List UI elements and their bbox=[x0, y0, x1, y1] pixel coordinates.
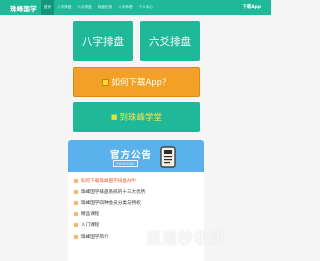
note-icon bbox=[73, 211, 79, 217]
nav-link-mingli[interactable]: 八字命理 bbox=[115, 0, 135, 15]
announcement-subtitle: ZHUFENG bbox=[113, 160, 138, 167]
note-icon bbox=[73, 200, 79, 206]
nav-link-bazi[interactable]: 八字排盘 bbox=[54, 0, 74, 15]
study-hall-label: 到珠峰学堂 bbox=[119, 113, 163, 123]
announcement-item-text: 珠峰国学简介 bbox=[81, 234, 109, 240]
download-app-link[interactable]: 下载App bbox=[243, 0, 261, 15]
announcement-item-text: 珠峰国学四种会员分类与特权 bbox=[81, 200, 141, 206]
announcement-item[interactable]: 珠峰国学四种会员分类与特权 bbox=[73, 197, 204, 208]
announcement-item-text: 入门课程 bbox=[81, 223, 100, 229]
brand-logo-text[interactable]: 珠峰国学 bbox=[10, 3, 37, 13]
note-icon bbox=[73, 189, 79, 195]
nav-link-records[interactable]: 排盘记录 bbox=[95, 0, 115, 15]
announcement-item-text: 如何下载珠峰国学排盘APP bbox=[81, 178, 136, 184]
how-to-download-label: 如何下载App？ bbox=[111, 78, 171, 88]
note-icon bbox=[73, 234, 79, 239]
announcement-title: 官方公告 bbox=[110, 150, 153, 161]
download-icon bbox=[102, 78, 110, 86]
nav-link-liuyao[interactable]: 六爻排盘 bbox=[74, 0, 94, 15]
announcement-item[interactable]: 珠峰国学简介 bbox=[73, 231, 204, 242]
announcement-item[interactable]: 珠峰国学排盘系统的十三大优势 bbox=[73, 186, 204, 197]
announcement-item[interactable]: 如何下载珠峰国学排盘APP bbox=[73, 175, 204, 186]
announcement-item[interactable]: 精品课程 bbox=[73, 209, 204, 220]
book-icon: ■ bbox=[110, 112, 118, 121]
bazi-paipan-tile[interactable]: 八字排盘 bbox=[73, 21, 133, 61]
note-icon bbox=[73, 222, 79, 228]
study-hall-button[interactable]: ■ 到珠峰学堂 bbox=[73, 102, 200, 132]
announcement-header: 官方公告 ZHUFENG bbox=[68, 140, 204, 172]
newspaper-icon bbox=[160, 146, 176, 168]
how-to-download-button[interactable]: 如何下载App？ bbox=[73, 67, 200, 97]
announcement-item-text: 珠峰国学排盘系统的十三大优势 bbox=[81, 189, 146, 195]
announcement-item[interactable]: 入门课程 bbox=[73, 220, 204, 231]
note-icon bbox=[73, 178, 79, 183]
announcement-card: 官方公告 ZHUFENG 如何下载珠峰国学排盘APP 珠峰国学排盘系统的十三大优… bbox=[68, 140, 204, 261]
top-navbar: 珠峰国学 首页 八字排盘 六爻排盘 排盘记录 八字命理 个人中心 下载App bbox=[0, 0, 271, 15]
nav-links: 首页 八字排盘 六爻排盘 排盘记录 八字命理 个人中心 bbox=[40, 0, 156, 15]
nav-link-profile[interactable]: 个人中心 bbox=[136, 0, 156, 15]
announcement-list: 如何下载珠峰国学排盘APP 珠峰国学排盘系统的十三大优势 珠峰国学四种会员分类与… bbox=[68, 172, 204, 242]
announcement-item-text: 精品课程 bbox=[81, 212, 100, 218]
nav-link-home[interactable]: 首页 bbox=[40, 0, 54, 15]
liuyao-paipan-tile[interactable]: 六爻排盘 bbox=[140, 21, 200, 61]
